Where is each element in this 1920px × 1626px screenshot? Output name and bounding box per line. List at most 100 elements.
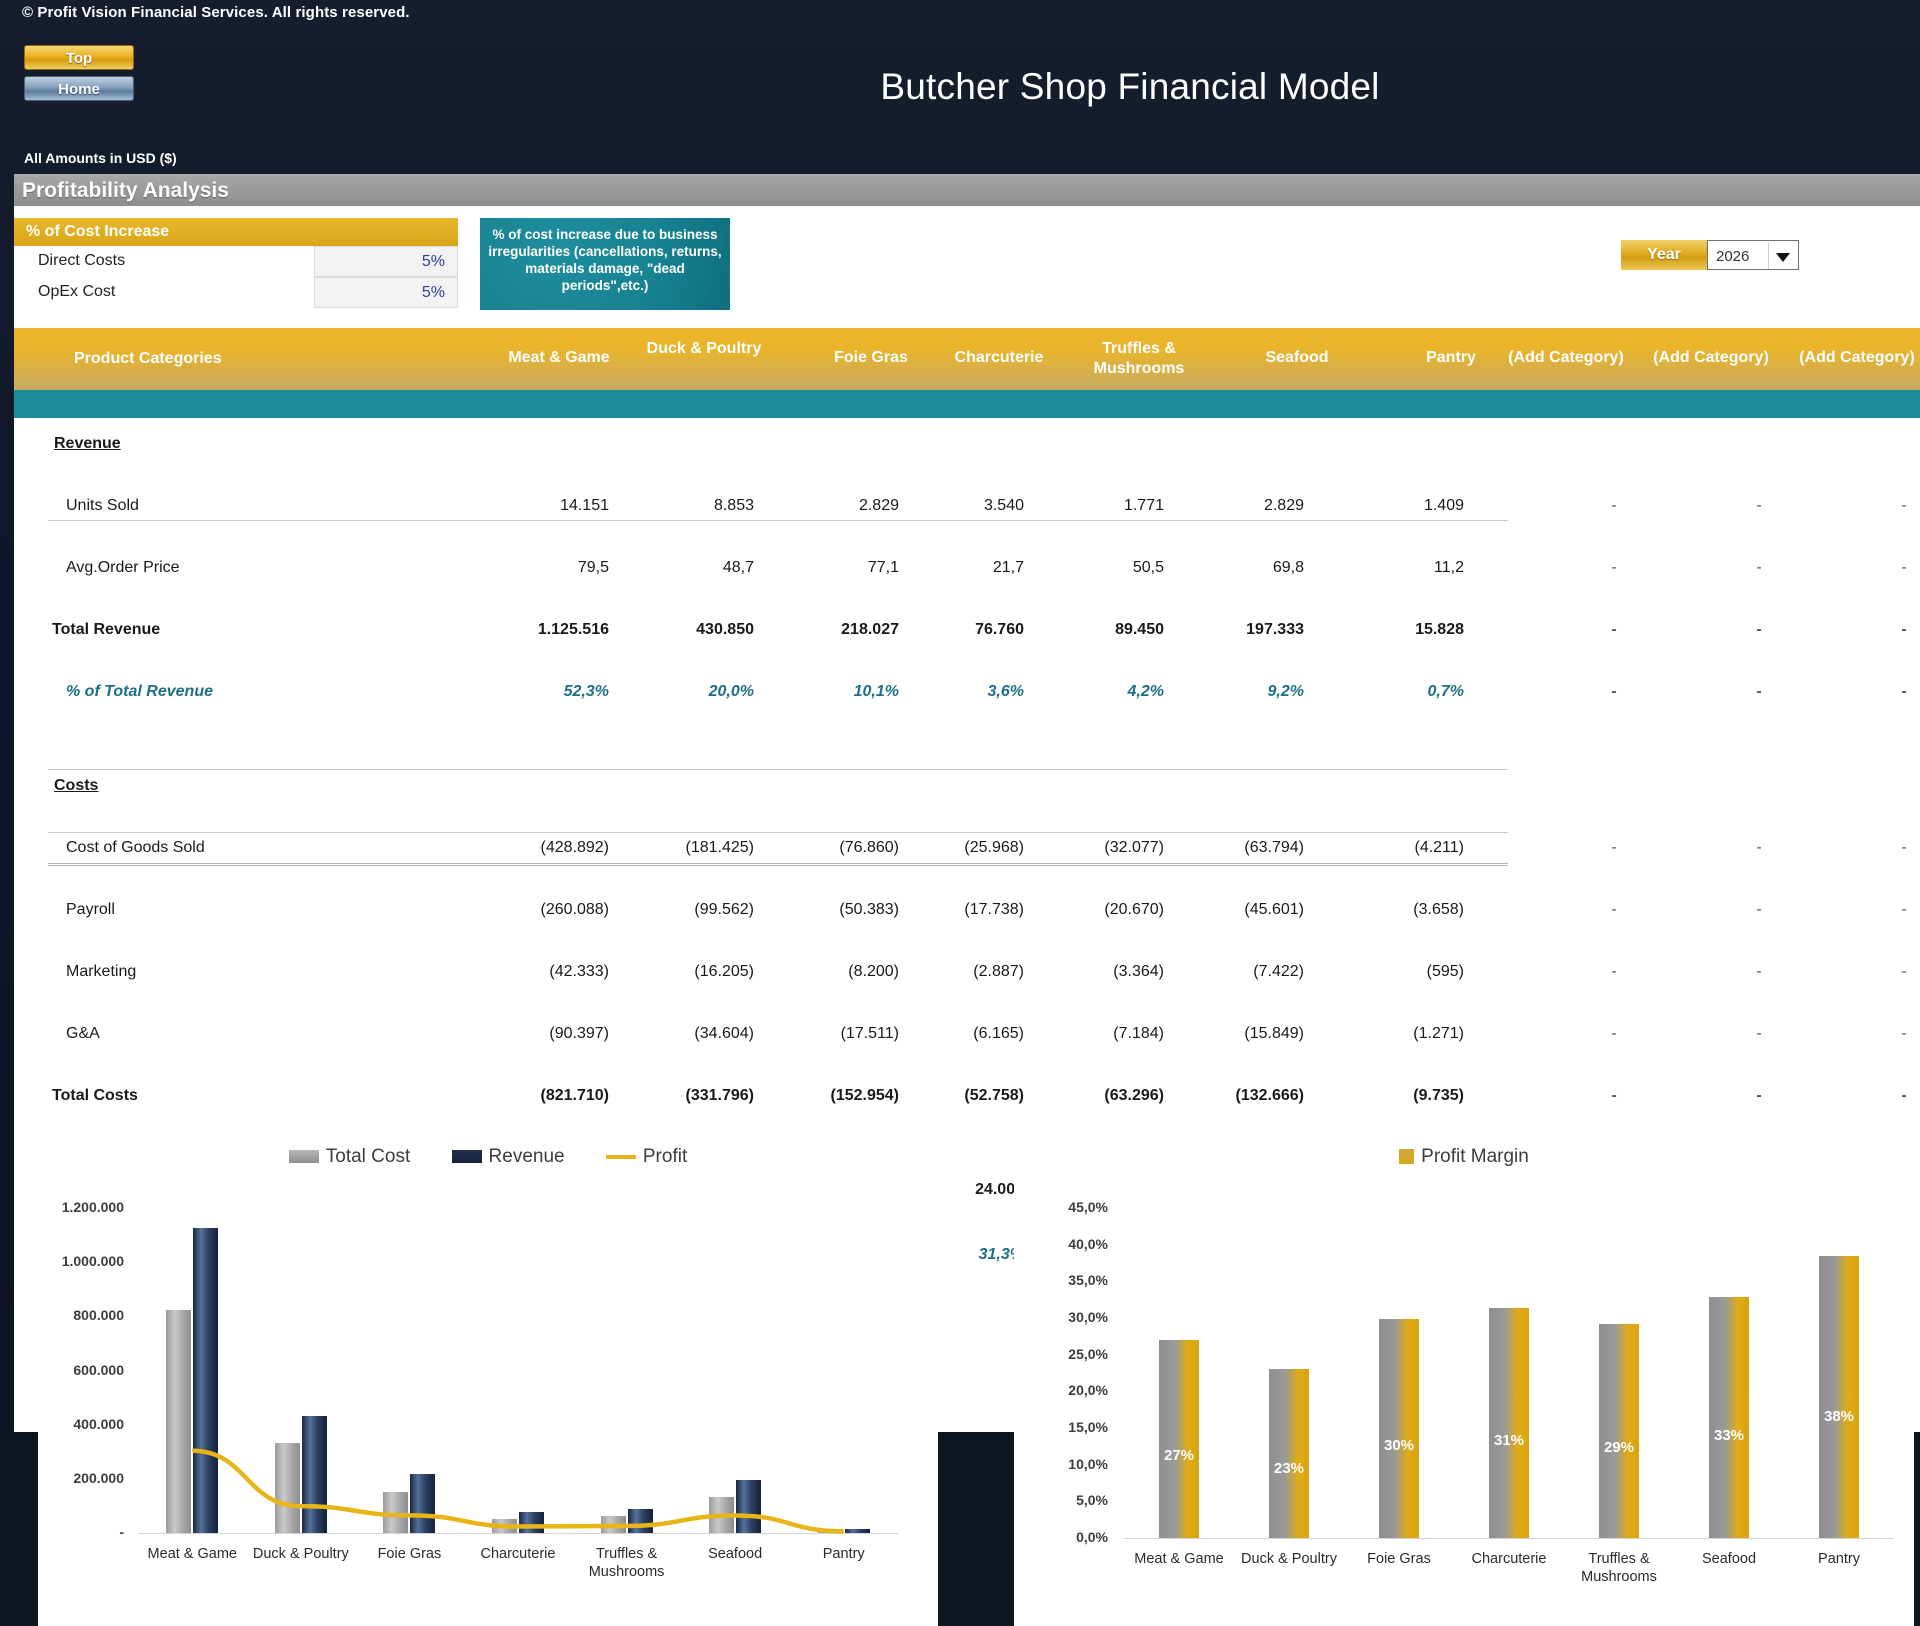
- table-cell: -: [1901, 901, 1907, 918]
- bar-profit-margin: [1489, 1308, 1529, 1538]
- bar-profit-margin: [1269, 1369, 1309, 1538]
- table-cell: 197.333: [1246, 621, 1304, 638]
- y-axis-tick-label: 800.000: [73, 1307, 124, 1324]
- y-axis-tick-label: -: [119, 1524, 124, 1540]
- table-body: Revenue Units Sold 14.151 8.853 2.829 3.540 1.…: [14, 418, 1920, 1263]
- y-axis-tick-label: 1.200.000: [61, 1199, 124, 1215]
- y-axis-tick-label: 30,0%: [1068, 1309, 1108, 1325]
- top-button[interactable]: Top: [24, 45, 134, 70]
- bar-profit-margin: [1819, 1255, 1859, 1538]
- y-axis-tick-label: 40,0%: [1068, 1235, 1108, 1252]
- x-axis-tick-label: Pantry: [1818, 1551, 1860, 1567]
- table-cell: -: [1901, 963, 1907, 980]
- dashboard-root: © Profit Vision Financial Services. All …: [0, 0, 1920, 1626]
- bar-revenue: [519, 1512, 544, 1533]
- table-cell: (63.794): [1244, 839, 1304, 856]
- table-cell: 2.829: [1263, 497, 1304, 514]
- table-cell: (4.211): [1414, 839, 1464, 856]
- divider: [48, 520, 1508, 521]
- legend-swatch-total-cost: [288, 1150, 319, 1164]
- bar-data-label: 33%: [1713, 1427, 1745, 1445]
- table-cell: (3.658): [1413, 901, 1464, 918]
- bar-total-cost: [166, 1310, 192, 1533]
- row-label: Total Revenue: [52, 621, 161, 638]
- table-cell: (595): [1426, 963, 1464, 980]
- table-cell: -: [1901, 621, 1907, 638]
- direct-costs-input[interactable]: 5%: [314, 246, 458, 277]
- chevron-down-icon[interactable]: [1768, 243, 1796, 269]
- column-header-product-categories: Product Categories: [74, 350, 222, 367]
- direct-costs-row: Direct Costs 5%: [14, 246, 458, 277]
- direct-costs-value: 5%: [421, 253, 445, 270]
- table-cell: -: [1901, 1087, 1907, 1104]
- row-label: Total Costs: [52, 1087, 138, 1104]
- direct-costs-label: Direct Costs: [38, 252, 126, 269]
- legend-label-profit: Profit: [642, 1146, 688, 1167]
- table-row: Marketing (42.333) (16.205) (8.200) (2.887)(…: [14, 956, 1920, 987]
- bar-data-label: 30%: [1383, 1437, 1415, 1455]
- column-header-duck-poultry[interactable]: Duck & Poultry: [609, 339, 799, 359]
- x-axis-tick-label: Meat & Game: [147, 1546, 237, 1562]
- bar-total-cost: [274, 1443, 300, 1533]
- table-cell: -: [1901, 839, 1907, 856]
- legend-item-total-cost: Total Cost: [288, 1146, 411, 1168]
- revenue-cost-profit-chart: Total Cost Revenue Profit - 200.000 400.00…: [38, 1146, 938, 1626]
- column-header-add-category[interactable]: (Add Category): [1762, 349, 1920, 367]
- table-cell: (15.849): [1244, 1025, 1304, 1042]
- x-axis-tick-label: Truffles & Mushrooms: [588, 1546, 665, 1580]
- bar-profit-margin: [1379, 1319, 1419, 1538]
- bar-profit-margin: [1599, 1323, 1639, 1538]
- table-cell: -: [1901, 683, 1907, 700]
- row-label: % of Total Revenue: [66, 683, 213, 700]
- page-title: Butcher Shop Financial Model: [880, 66, 1380, 107]
- cost-increase-header: % of Cost Increase: [14, 218, 458, 246]
- opex-cost-input[interactable]: 5%: [314, 277, 458, 308]
- page-title-wrap: Butcher Shop Financial Model: [330, 66, 1920, 108]
- y-axis-tick-label: 600.000: [73, 1361, 124, 1378]
- legend-label-total-cost: Total Cost: [325, 1146, 411, 1167]
- table-row: Total Revenue 1.125.516 430.850 218.027 76.7…: [14, 614, 1920, 645]
- opex-cost-value: 5%: [421, 284, 445, 301]
- x-axis-tick-label: Charcuterie: [1471, 1551, 1547, 1567]
- row-label: Payroll: [66, 901, 115, 918]
- bar-data-label: 29%: [1603, 1439, 1635, 1457]
- y-axis-tick-label: 10,0%: [1068, 1455, 1108, 1472]
- y-axis-tick-label: 25,0%: [1068, 1345, 1108, 1362]
- year-selector[interactable]: Year 2026: [1621, 240, 1799, 270]
- table-cell: (132.666): [1235, 1087, 1305, 1104]
- opex-cost-row: OpEx Cost 5%: [14, 277, 458, 308]
- x-axis-tick-label: Foie Gras: [1367, 1551, 1431, 1567]
- table-cell: 11,2: [1434, 559, 1464, 576]
- table-cell: (1.271): [1413, 1025, 1464, 1042]
- bar-data-label: 31%: [1493, 1432, 1525, 1450]
- section-heading-row: Costs: [14, 770, 1920, 801]
- y-axis-tick-label: 400.000: [73, 1415, 124, 1432]
- row-label: Units Sold: [66, 497, 139, 514]
- row-label: Cost of Goods Sold: [66, 839, 205, 856]
- x-axis-tick-label: Duck & Poultry: [252, 1546, 349, 1562]
- bar-revenue: [301, 1416, 327, 1533]
- section-title: Profitability Analysis: [22, 179, 229, 202]
- y-axis-tick-label: 0,0%: [1076, 1529, 1108, 1545]
- y-axis-tick-label: 15,0%: [1068, 1419, 1108, 1435]
- table-row: Avg.Order Price 79,5 48,7 77,1 21,7 50,5 69,8 1…: [14, 552, 1920, 583]
- table-cell: (45.601): [1244, 901, 1304, 918]
- bar-total-cost: [383, 1491, 409, 1533]
- year-dropdown[interactable]: 2026: [1707, 240, 1799, 270]
- table-row: % of Total Revenue 52,3% 20,0% 10,1% 3,6% 4,2…: [14, 676, 1920, 707]
- table-cell: -: [1901, 1025, 1907, 1042]
- table-cell: 69,8: [1272, 559, 1304, 576]
- legend-label-profit-margin: Profit Margin: [1421, 1146, 1529, 1167]
- bar-revenue: [844, 1528, 870, 1533]
- copyright-text: © Profit Vision Financial Services. All …: [22, 4, 410, 21]
- y-axis-tick-label: 45,0%: [1068, 1199, 1108, 1215]
- table-row: Payroll (260.088) (99.562) (50.383) (17.738)…: [14, 894, 1920, 925]
- home-button[interactable]: Home: [24, 76, 134, 101]
- y-axis-tick-label: 200.000: [73, 1469, 124, 1486]
- bar-total-cost: [817, 1530, 843, 1533]
- divider: [48, 863, 1508, 866]
- x-axis-tick-label: Pantry: [822, 1546, 865, 1562]
- bar-profit-margin: [1159, 1340, 1199, 1538]
- section-heading: Revenue: [54, 435, 121, 452]
- legend-label-revenue: Revenue: [488, 1146, 565, 1167]
